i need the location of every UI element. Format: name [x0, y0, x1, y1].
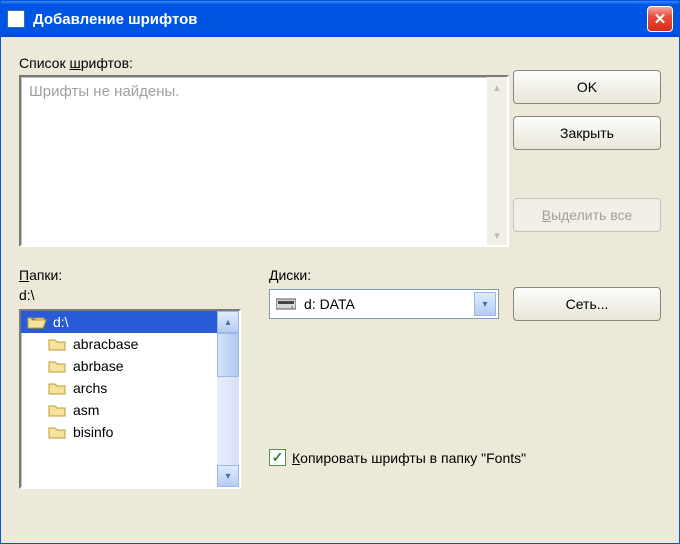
folder-item-label: asm [73, 402, 99, 418]
fontlist-empty-text: Шрифты не найдены. [29, 83, 487, 239]
folder-icon [47, 403, 67, 418]
folder-item[interactable]: asm [21, 399, 217, 421]
add-fonts-dialog: Добавление шрифтов ✕ Список шрифтов: Шри… [0, 0, 680, 544]
dialog-content: Список шрифтов: Шрифты не найдены. ▴ ▾ O… [1, 37, 679, 499]
copy-fonts-label: Копировать шрифты в папку "Fonts" [292, 450, 526, 466]
folder-item[interactable]: d:\ [21, 311, 217, 333]
folder-item-label: archs [73, 380, 107, 396]
drive-dropdown[interactable]: d: DATA ▾ [269, 289, 499, 319]
folder-icon [47, 359, 67, 374]
folder-icon [47, 381, 67, 396]
folder-icon [47, 337, 67, 352]
drive-selected-text: d: DATA [304, 296, 355, 312]
scroll-up-icon: ▴ [487, 77, 507, 97]
chevron-down-icon[interactable]: ▾ [474, 292, 496, 316]
folder-item[interactable]: archs [21, 377, 217, 399]
app-icon [7, 10, 25, 28]
close-icon[interactable]: ✕ [647, 6, 673, 32]
select-all-button: Выделить все [513, 198, 661, 232]
folder-item[interactable]: abracbase [21, 333, 217, 355]
font-listbox[interactable]: Шрифты не найдены. ▴ ▾ [19, 75, 509, 247]
titlebar[interactable]: Добавление шрифтов ✕ [1, 1, 679, 37]
folders-section: Папки: d:\ d:\abracbaseabrbasearchsasmbi… [19, 267, 241, 489]
drive-icon [276, 297, 296, 311]
folder-item-label: abrbase [73, 358, 124, 374]
scroll-thumb[interactable] [217, 333, 239, 377]
folder-item-label: d:\ [53, 314, 69, 330]
folder-icon [47, 425, 67, 440]
fontlist-scrollbar: ▴ ▾ [487, 77, 507, 245]
folder-scrollbar[interactable]: ▴ ▾ [217, 311, 239, 487]
folders-label: Папки: [19, 267, 241, 283]
window-title: Добавление шрифтов [33, 11, 647, 28]
close-button[interactable]: Закрыть [513, 116, 661, 150]
drives-section: Диски: d: DATA ▾ Се [269, 267, 661, 489]
scroll-down-icon[interactable]: ▾ [217, 465, 239, 487]
folder-listbox[interactable]: d:\abracbase abrbase archs asm bisinfo ▴ ▾ [19, 309, 241, 489]
folder-icon [27, 315, 47, 330]
folder-item[interactable]: abrbase [21, 355, 217, 377]
copy-fonts-option[interactable]: ✓ Копировать шрифты в папку "Fonts" [269, 449, 661, 466]
ok-button[interactable]: OK [513, 70, 661, 104]
dialog-buttons: OK Закрыть Выделить все [513, 70, 661, 232]
copy-fonts-checkbox[interactable]: ✓ [269, 449, 286, 466]
drives-label: Диски: [269, 267, 661, 283]
network-button[interactable]: Сеть... [513, 287, 661, 321]
scroll-up-icon[interactable]: ▴ [217, 311, 239, 333]
folder-item[interactable]: bisinfo [21, 421, 217, 443]
scroll-down-icon: ▾ [487, 225, 507, 245]
current-path: d:\ [19, 287, 241, 303]
folder-item-label: abracbase [73, 336, 138, 352]
folder-item-label: bisinfo [73, 424, 113, 440]
fontlist-label: Список шрифтов: [19, 55, 661, 71]
